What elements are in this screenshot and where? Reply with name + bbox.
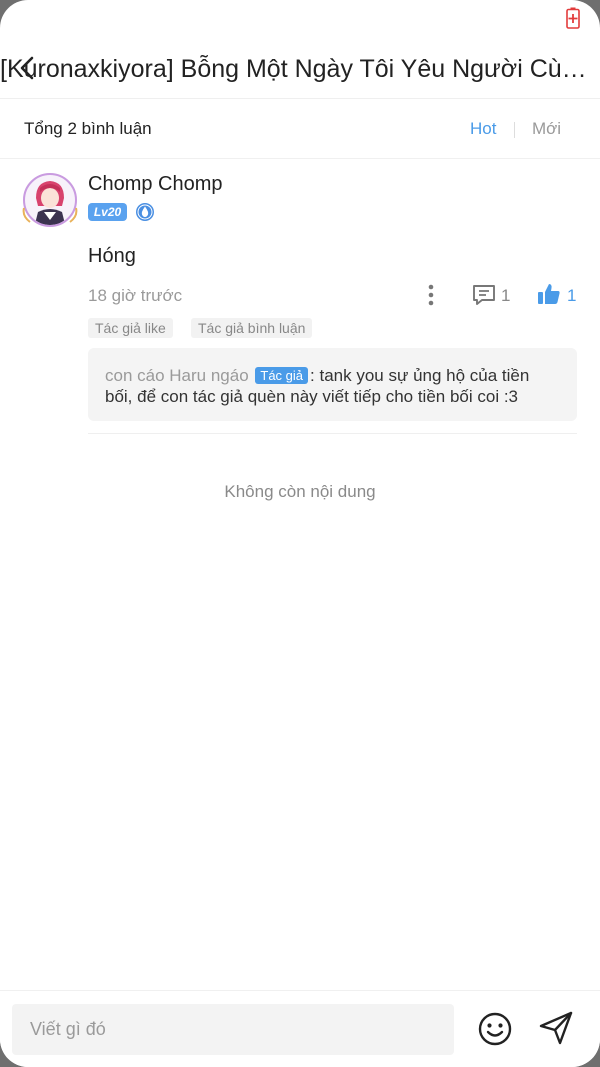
reply-comment-icon[interactable]: [472, 284, 496, 306]
comment-item: Chomp Chomp Lv20 Hóng 18 giờ trước 1 1 T…: [0, 160, 600, 435]
battery-charging-icon: [566, 7, 580, 29]
reply-text-block: con cáo Haru ngáo Tác giả: tank you sự ủ…: [105, 365, 555, 407]
thumbs-up-icon[interactable]: [537, 282, 561, 306]
author-reply[interactable]: con cáo Haru ngáo Tác giả: tank you sự ủ…: [88, 348, 577, 421]
emoji-icon[interactable]: [477, 1011, 513, 1047]
sort-hot-tab[interactable]: Hot: [470, 119, 496, 139]
status-bar: [0, 0, 600, 36]
username[interactable]: Chomp Chomp: [88, 173, 223, 196]
back-arrow-icon[interactable]: [14, 54, 42, 82]
comment-time: 18 giờ trước: [88, 286, 183, 305]
comment-divider: [88, 433, 577, 434]
title-bar: [Kuronaxkiyora] Bỗng Một Ngày Tôi Yêu Ng…: [0, 38, 600, 99]
comment-header: Tổng 2 bình luận Hot Mới: [0, 100, 600, 159]
rank-droplet-icon: [136, 203, 154, 221]
comment-total: Tổng 2 bình luận: [24, 119, 152, 138]
sort-new-tab[interactable]: Mới: [532, 119, 561, 139]
page-title: [Kuronaxkiyora] Bỗng Một Ngày Tôi Yêu Ng…: [0, 55, 600, 83]
more-options-icon[interactable]: [424, 282, 438, 308]
comment-text: Hóng: [88, 245, 136, 267]
author-commented-tag: Tác giả bình luận: [191, 318, 313, 338]
author-liked-tag: Tác giả like: [88, 318, 173, 338]
comment-input-bar: Viết gì đó: [0, 990, 600, 1067]
author-badge: Tác giả: [255, 367, 309, 384]
comments-screen: [Kuronaxkiyora] Bỗng Một Ngày Tôi Yêu Ng…: [0, 0, 600, 1067]
send-icon[interactable]: [538, 1010, 574, 1046]
reply-count: 1: [501, 286, 511, 305]
no-more-content: Không còn nội dung: [224, 482, 376, 501]
like-count: 1: [567, 286, 577, 305]
level-badge: Lv20: [88, 203, 127, 221]
avatar[interactable]: [22, 172, 78, 228]
sort-divider: [514, 122, 515, 138]
comment-input[interactable]: Viết gì đó: [12, 1004, 454, 1055]
comment-input-placeholder: Viết gì đó: [30, 1019, 106, 1039]
reply-author[interactable]: con cáo Haru ngáo: [105, 366, 249, 385]
